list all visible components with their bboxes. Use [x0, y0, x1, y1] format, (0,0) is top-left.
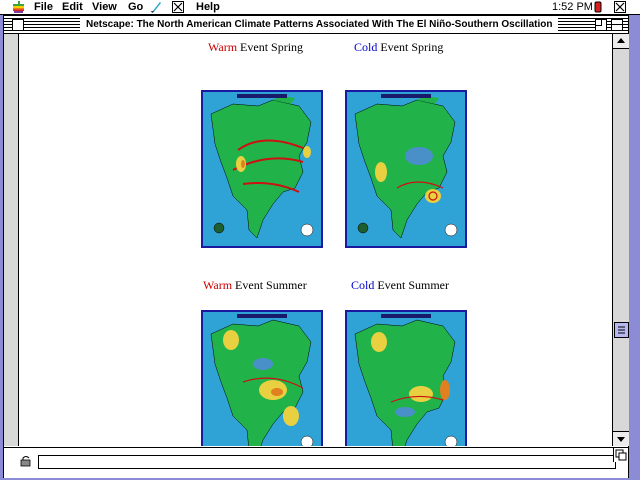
menu-view[interactable]: View [92, 0, 117, 14]
netscape-icon[interactable] [150, 1, 162, 13]
page-content: Warm Event Spring Cold Event Spring Warm… [19, 34, 612, 446]
menu-file[interactable]: File [34, 0, 53, 14]
scroll-thumb[interactable] [614, 322, 629, 338]
window-title-bar[interactable]: Netscape: The North American Climate Pat… [4, 16, 628, 34]
menu-bar: File Edit View Go Help 1:52 PM [0, 0, 640, 15]
map-warm-summer[interactable] [201, 310, 323, 446]
collapse-box-icon[interactable] [611, 19, 623, 31]
caption-cold-spring: Cold Event Spring [354, 40, 444, 54]
apple-menu-icon[interactable] [13, 1, 24, 13]
menubar-clock: 1:52 PM [552, 1, 593, 13]
menu-go[interactable]: Go [128, 0, 143, 14]
application-switcher-icon[interactable] [614, 1, 626, 13]
left-gutter [4, 34, 19, 446]
caption-cold-summer: Cold Event Summer [351, 278, 449, 292]
map-warm-spring[interactable] [201, 90, 323, 248]
scroll-up-arrow-icon[interactable] [613, 34, 629, 49]
window-title: Netscape: The North American Climate Pat… [80, 18, 559, 31]
menu-edit[interactable]: Edit [62, 0, 83, 14]
browser-window: Netscape: The North American Climate Pat… [3, 15, 629, 478]
map-cold-summer[interactable] [345, 310, 467, 446]
caption-warm-spring: Warm Event Spring [208, 40, 304, 54]
resize-grow-box-icon[interactable] [613, 448, 628, 462]
scroll-down-arrow-icon[interactable] [613, 431, 629, 446]
application-icon[interactable] [172, 1, 184, 13]
status-message-field [38, 455, 616, 469]
security-lock-icon[interactable] [20, 455, 32, 467]
battery-icon [594, 1, 602, 13]
status-bar [4, 447, 628, 478]
close-box-icon[interactable] [12, 19, 24, 31]
caption-warm-summer: Warm Event Summer [203, 278, 307, 292]
vertical-scrollbar[interactable] [612, 34, 629, 446]
zoom-box-icon[interactable] [595, 19, 607, 31]
map-cold-spring[interactable] [345, 90, 467, 248]
desktop-background [630, 15, 640, 480]
menu-help[interactable]: Help [196, 0, 220, 14]
